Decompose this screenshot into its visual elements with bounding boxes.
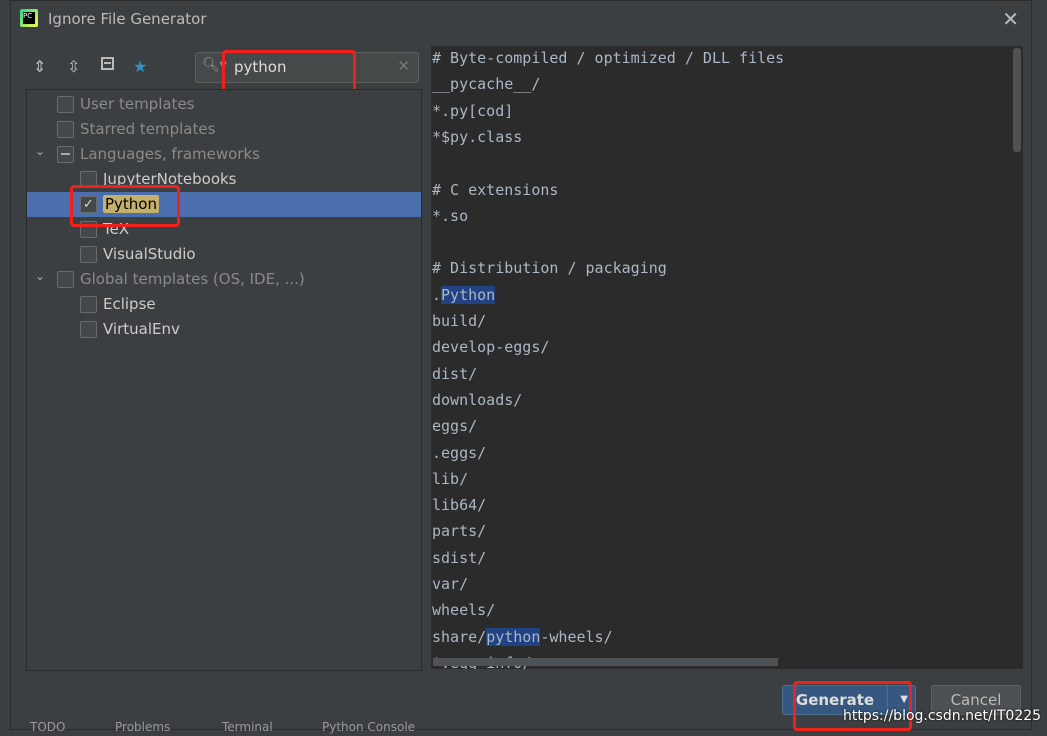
collapse-all-icon[interactable]: ⇳ — [67, 57, 80, 76]
checkbox[interactable] — [57, 271, 74, 288]
title-bar: PC Ignore File Generator ✕ — [11, 1, 1031, 39]
tree-item[interactable]: ⌄ Global templates (OS, IDE, ...) — [27, 267, 421, 292]
problems-tab[interactable]: Problems — [115, 720, 170, 734]
tree-item-label: Eclipse — [103, 295, 156, 313]
code-line: *.so — [432, 206, 469, 225]
tree-item-label: Languages, frameworks — [80, 145, 260, 163]
checkbox[interactable] — [57, 121, 74, 138]
checkbox[interactable] — [80, 246, 97, 263]
code-line: *$py.class — [432, 127, 523, 146]
chevron-down-icon[interactable]: ⌄ — [35, 144, 45, 158]
checkbox[interactable] — [80, 321, 97, 338]
code-line: share/python-wheels/ — [432, 627, 613, 646]
tree-item[interactable]: ⌄ Languages, frameworks — [27, 142, 421, 167]
tree-item-label: Global templates (OS, IDE, ...) — [80, 270, 305, 288]
vertical-scrollbar[interactable] — [1013, 48, 1021, 152]
code-line: eggs/ — [432, 417, 478, 436]
code-line: dist/ — [432, 364, 478, 383]
dialog-title: Ignore File Generator — [48, 10, 207, 28]
select-none-icon[interactable] — [101, 57, 114, 70]
code-line: # Byte-compiled / optimized / DLL files — [432, 49, 785, 67]
todo-tab[interactable]: TODO — [30, 720, 65, 734]
tree-item-label: VirtualEnv — [103, 320, 180, 338]
tree-item[interactable]: User templates — [27, 92, 421, 117]
pycharm-logo-icon: PC — [20, 9, 38, 27]
star-icon[interactable]: ★ — [133, 57, 147, 76]
terminal-tab[interactable]: Terminal — [222, 720, 273, 734]
ide-background-left — [0, 0, 10, 736]
code-line: var/ — [432, 575, 469, 593]
chevron-down-icon[interactable]: ⌄ — [35, 269, 45, 283]
code-line: .Python — [432, 285, 496, 304]
code-line: wheels/ — [432, 601, 496, 620]
code-line: develop-eggs/ — [432, 338, 550, 357]
tree-item-label: User templates — [80, 95, 195, 113]
code-line: sdist/ — [432, 548, 487, 567]
template-tree: User templates Starred templates ⌄ Language… — [26, 89, 422, 671]
clear-search-icon[interactable]: ✕ — [397, 57, 410, 75]
python-console-tab[interactable]: Python Console — [322, 720, 415, 734]
ide-tool-window-bar: TODO Problems Terminal Python Console — [0, 718, 700, 736]
checkbox[interactable] — [80, 296, 97, 313]
tree-item[interactable]: VisualStudio — [27, 242, 421, 267]
search-match: Python — [441, 285, 496, 304]
expand-all-icon[interactable]: ⇕ — [33, 57, 46, 76]
code-line: __pycache__/ — [432, 75, 541, 94]
search-match: python — [486, 627, 541, 646]
preview-editor[interactable]: *.egg-info/share/python-wheels/wheels/va… — [431, 46, 1023, 669]
code-line: parts/ — [432, 522, 487, 541]
horizontal-scrollbar[interactable] — [433, 658, 778, 666]
ide-background-right — [1030, 0, 1047, 736]
watermark: https://blog.csdn.net/IT0225 — [843, 708, 1042, 724]
annotation-box-python — [70, 185, 180, 227]
code-line: # C extensions — [432, 180, 559, 199]
checkbox[interactable] — [57, 96, 74, 113]
code-line: build/ — [432, 312, 487, 330]
tree-item[interactable]: Starred templates — [27, 117, 421, 142]
tree-item-label: VisualStudio — [103, 245, 196, 263]
tree-item-label: Starred templates — [80, 120, 216, 138]
code-line: downloads/ — [432, 390, 523, 409]
code-line: # Distribution / packaging — [432, 259, 667, 278]
close-icon[interactable]: ✕ — [1002, 7, 1019, 31]
tree-item[interactable]: Eclipse — [27, 292, 421, 317]
checkbox[interactable] — [57, 146, 74, 163]
code-line: lib/ — [432, 469, 469, 488]
ignore-file-generator-dialog: PC Ignore File Generator ✕ ⇕ ⇳ ★ 🔍︎▾ ✕ U… — [10, 0, 1032, 731]
code-line: .eggs/ — [432, 443, 487, 462]
code-line: *.py[cod] — [432, 101, 514, 120]
code-line: lib64/ — [432, 496, 487, 515]
tree-item[interactable]: VirtualEnv — [27, 317, 421, 342]
